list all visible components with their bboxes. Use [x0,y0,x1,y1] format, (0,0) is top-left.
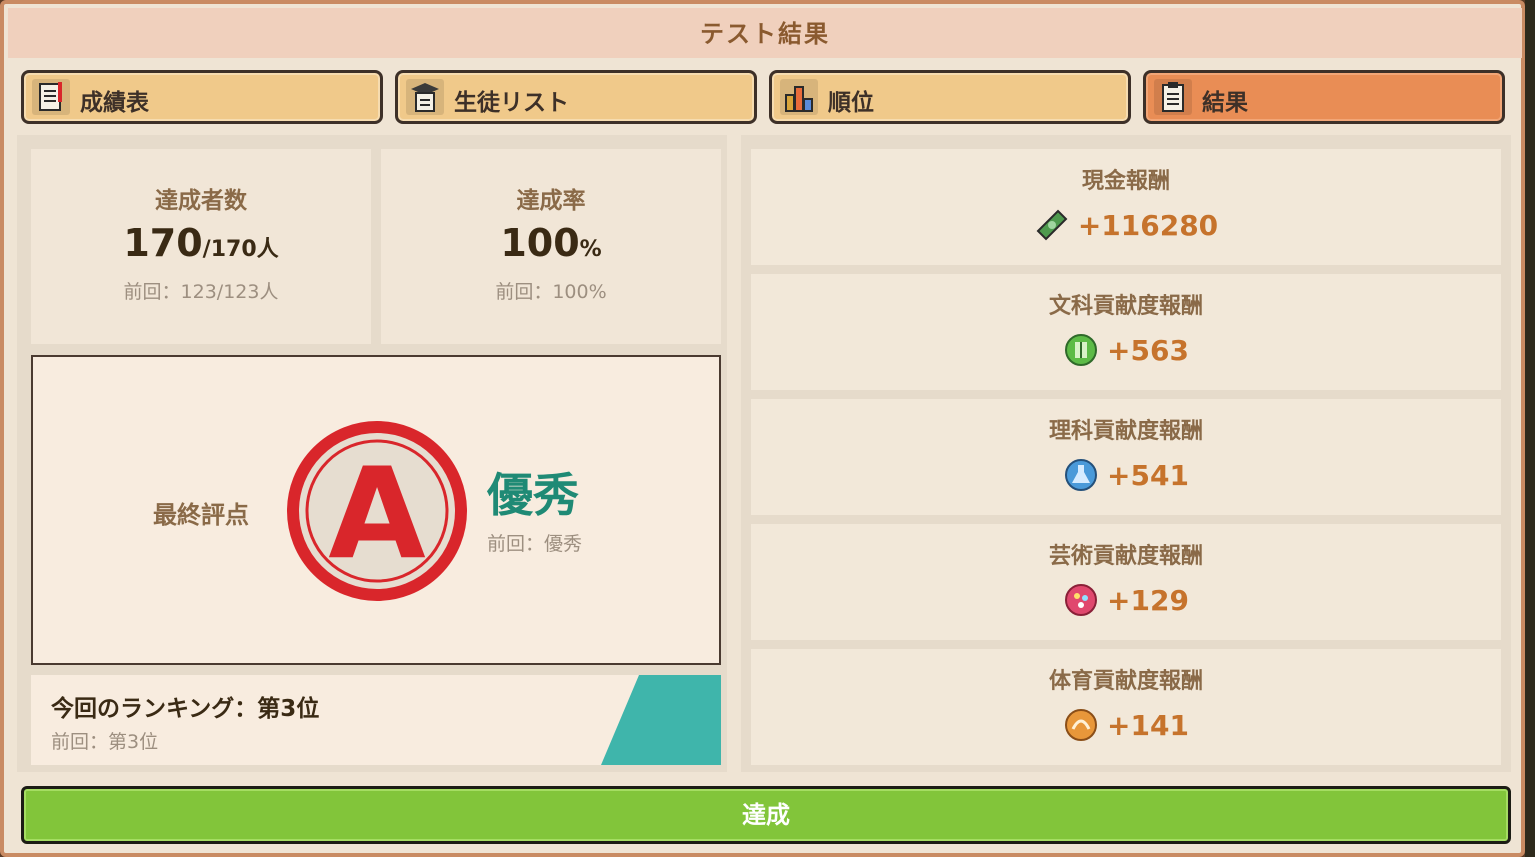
achieve-button[interactable]: 達成 [21,786,1511,844]
grade-prev: 前回：優秀 [487,533,583,555]
rate-title: 達成率 [516,188,586,214]
rate-value: 100% [500,221,602,265]
tab-label: 順位 [828,90,874,116]
test-result-window: テスト結果 成績表 生徒リスト 順位 結果 達成者数 170/170人 前回：1… [0,0,1525,857]
tab-result[interactable]: 結果 [1143,70,1505,124]
student-list-icon [406,79,444,115]
reward-sports: 体育貢献度報酬 +141 [751,649,1501,765]
clipboard-icon [1154,79,1192,115]
reward-value: +141 [1107,708,1189,742]
reward-value: +541 [1107,458,1189,492]
report-card-icon [32,79,70,115]
reward-art: 芸術貢献度報酬 +129 [751,524,1501,640]
humanities-icon [1063,332,1099,368]
reward-science: 理科貢献度報酬 +541 [751,399,1501,515]
reward-cash: 現金報酬 +116280 [751,149,1501,265]
reward-title: 芸術貢献度報酬 [1048,544,1203,569]
achievers-value: 170/170人 [123,221,279,265]
ranking-icon [780,79,818,115]
grade-label: 最終評点 [153,501,249,529]
ranking-current: 今回のランキング：第3位 [51,696,320,722]
final-grade-box: 最終評点 A 優秀 前回：優秀 [31,355,721,665]
window-title: テスト結果 [8,8,1522,58]
achievers-title: 達成者数 [155,188,247,214]
ranking-accent [601,675,721,765]
reward-title: 理科貢献度報酬 [1048,419,1203,444]
science-icon [1063,457,1099,493]
reward-humanities: 文科貢献度報酬 +563 [751,274,1501,390]
achievers-prev: 前回：123/123人 [123,281,279,303]
tab-label: 成績表 [80,90,149,116]
ranking-prev: 前回：第3位 [51,731,159,753]
sports-icon [1063,707,1099,743]
rate-prev: 前回：100% [495,281,607,303]
reward-title: 現金報酬 [1081,169,1170,194]
reward-value: +129 [1107,583,1189,617]
achievers-card: 達成者数 170/170人 前回：123/123人 [31,149,371,344]
grade-badge-icon: A [285,419,469,603]
reward-title: 文科貢献度報酬 [1048,294,1203,319]
reward-title: 体育貢献度報酬 [1048,669,1203,694]
tab-ranking[interactable]: 順位 [769,70,1131,124]
grade-letter: A [328,440,426,587]
ranking-box: 今回のランキング：第3位 前回：第3位 [31,675,721,765]
rate-card: 達成率 100% 前回：100% [381,149,721,344]
cash-icon [1034,207,1070,243]
reward-value: +116280 [1077,208,1219,242]
window-edge [1525,0,1535,857]
tab-student-list[interactable]: 生徒リスト [395,70,757,124]
grade-text: 優秀 [487,468,579,522]
tab-report-card[interactable]: 成績表 [21,70,383,124]
tab-label: 生徒リスト [454,90,569,116]
reward-value: +563 [1107,333,1189,367]
tab-label: 結果 [1202,90,1248,116]
art-icon [1063,582,1099,618]
